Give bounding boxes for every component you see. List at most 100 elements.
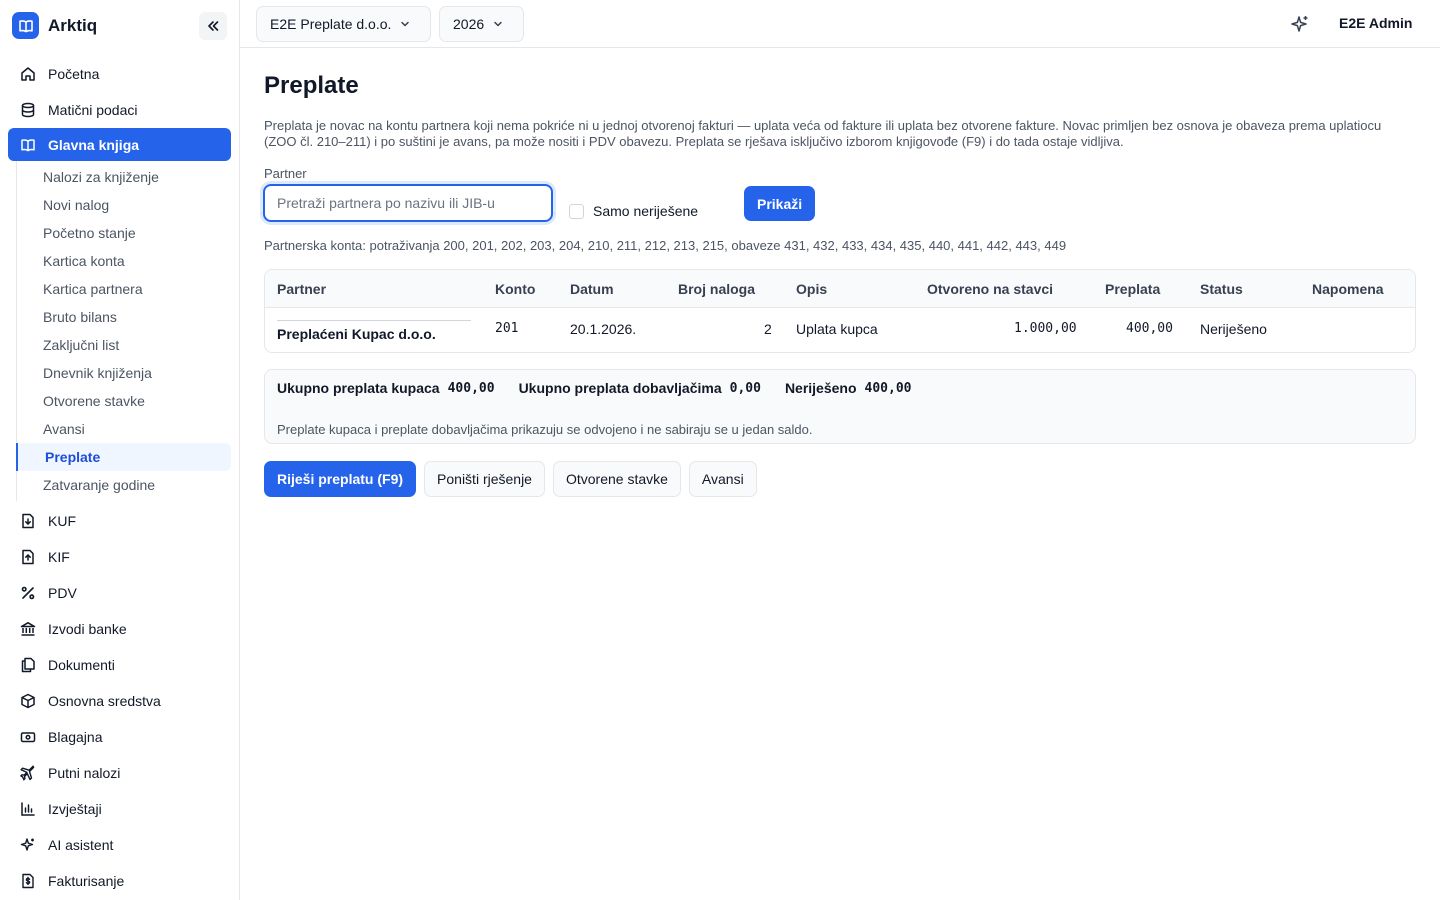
cell-partner: Preplaćeni Kupac d.o.o.: [277, 320, 471, 342]
year-select[interactable]: 2026: [439, 6, 524, 42]
totals-line: Ukupno preplata kupaca 400,00 Ukupno pre…: [277, 380, 936, 396]
database-icon: [21, 102, 35, 118]
book-open-icon: [12, 12, 39, 39]
sidebar-item-label: Glavna knjiga: [48, 136, 140, 153]
col-preplata[interactable]: Preplata: [1105, 281, 1160, 297]
box-icon: [21, 693, 35, 709]
file-upload-icon: [22, 549, 34, 565]
col-opis[interactable]: Opis: [796, 281, 827, 297]
sidebar-item-dokumenti[interactable]: Dokumenti: [8, 647, 231, 683]
sidebar-item-label: Izvještaji: [48, 801, 102, 817]
sidebar-item-ai-asistent[interactable]: AI asistent: [8, 827, 231, 863]
action-buttons: Riješi preplatu (F9) Poništi rješenje Ot…: [264, 461, 757, 497]
col-otvoreno[interactable]: Otvoreno na stavci: [927, 281, 1053, 297]
total-suppliers-label: Ukupno preplata dobavljačima: [518, 380, 722, 396]
sidebar-item-izvodi-banke[interactable]: Izvodi banke: [8, 611, 231, 647]
plane-icon: [20, 765, 35, 781]
col-status[interactable]: Status: [1200, 281, 1243, 297]
sparkles-icon: [20, 838, 34, 851]
sidebar-subitem-bruto-bilans[interactable]: Bruto bilans: [9, 303, 231, 331]
sidebar-item-kif[interactable]: KIF: [8, 539, 231, 575]
home-icon: [21, 67, 35, 81]
totals-note: Preplate kupaca i preplate dobavljačima …: [277, 422, 813, 437]
total-customers-label: Ukupno preplata kupaca: [277, 380, 440, 396]
open-items-button[interactable]: Otvorene stavke: [552, 461, 681, 497]
sidebar-item-label: AI asistent: [48, 837, 114, 853]
cancel-resolution-button[interactable]: Poništi rješenje: [424, 461, 545, 497]
sidebar-item-pocetna[interactable]: Početna: [8, 56, 231, 92]
only-unresolved-checkbox[interactable]: [569, 203, 584, 219]
sparkles-icon[interactable]: [1290, 14, 1310, 34]
sidebar-item-maticni-podaci[interactable]: Matični podaci: [8, 92, 231, 128]
only-unresolved-toggle[interactable]: Samo neriješene: [569, 203, 698, 219]
book-icon: [21, 138, 35, 151]
sidebar-item-putni-nalozi[interactable]: Putni nalozi: [8, 755, 231, 791]
sidebar-item-pdv[interactable]: PDV: [8, 575, 231, 611]
sidebar-subitem-zakljucni-list[interactable]: Zaključni list: [9, 331, 231, 359]
partner-accounts-info: Partnerska konta: potraživanja 200, 201,…: [264, 238, 1067, 253]
sidebar-item-kuf[interactable]: KUF: [8, 503, 231, 539]
invoice-icon: [22, 873, 34, 889]
cell-broj-naloga: 2: [764, 321, 772, 337]
sidebar-subitem-preplate[interactable]: Preplate: [16, 443, 231, 471]
sidebar-subitem-avansi[interactable]: Avansi: [9, 415, 231, 443]
sidebar-item-blagajna[interactable]: Blagajna: [8, 719, 231, 755]
company-select[interactable]: E2E Preplate d.o.o.: [256, 6, 431, 42]
only-unresolved-label: Samo neriješene: [593, 203, 699, 219]
cash-icon: [20, 732, 36, 743]
table-header: Partner Konto Datum Broj naloga Opis Otv…: [265, 270, 1415, 308]
sidebar: Arktiq Početna Matični podaci Glavna knj…: [0, 0, 240, 900]
sidebar-item-fakturisanje[interactable]: Fakturisanje: [8, 863, 231, 899]
cell-opis: Uplata kupca: [796, 321, 878, 337]
sidebar-subitem-kartica-konta[interactable]: Kartica konta: [9, 247, 231, 275]
cell-otvoreno: 1.000,00: [1014, 321, 1077, 336]
sidebar-item-osnovna-sredstva[interactable]: Osnovna sredstva: [8, 683, 231, 719]
sidebar-item-glavna-knjiga[interactable]: Glavna knjiga: [8, 128, 231, 161]
unresolved-value: 400,00: [864, 380, 912, 396]
sidebar-item-label: Dokumenti: [48, 657, 115, 673]
cell-datum: 20.1.2026.: [570, 321, 637, 337]
sidebar-subitem-otvorene-stavke[interactable]: Otvorene stavke: [9, 387, 231, 415]
sidebar-item-izvjestaji[interactable]: Izvještaji: [8, 791, 231, 827]
sidebar-item-label: Putni nalozi: [48, 765, 121, 781]
sidebar-subitem-kartica-partnera[interactable]: Kartica partnera: [9, 275, 231, 303]
bar-chart-icon: [21, 802, 35, 816]
col-broj-naloga[interactable]: Broj naloga: [678, 281, 755, 297]
documents-icon: [21, 657, 35, 673]
sidebar-item-label: Početna: [48, 66, 100, 82]
sidebar-subitem-dnevnik[interactable]: Dnevnik knjiženja: [9, 359, 231, 387]
page-description: Preplata je novac na kontu partnera koji…: [264, 118, 1382, 149]
cell-preplata: 400,00: [1126, 321, 1173, 336]
chevrons-left-icon: [208, 21, 219, 31]
col-partner[interactable]: Partner: [277, 281, 326, 297]
advances-button[interactable]: Avansi: [688, 461, 757, 497]
sidebar-subitem-zatvaranje-godine[interactable]: Zatvaranje godine: [9, 471, 231, 499]
sidebar-item-label: Matični podaci: [48, 102, 138, 118]
brand[interactable]: Arktiq: [12, 12, 97, 39]
resolve-overpayment-button[interactable]: Riješi preplatu (F9): [264, 461, 417, 497]
col-datum[interactable]: Datum: [570, 281, 614, 297]
topbar: E2E Preplate d.o.o. 2026 E2E Admin: [240, 0, 1440, 48]
unresolved-label: Neriješeno: [784, 380, 857, 396]
collapse-sidebar-button[interactable]: [199, 12, 227, 40]
overpayments-table: Partner Konto Datum Broj naloga Opis Otv…: [264, 269, 1416, 353]
year-select-value: 2026: [453, 16, 485, 32]
sidebar-subitem-novi-nalog[interactable]: Novi nalog: [9, 191, 231, 219]
total-customers-value: 400,00: [447, 380, 495, 396]
totals-summary: Ukupno preplata kupaca 400,00 Ukupno pre…: [264, 369, 1416, 444]
col-napomena[interactable]: Napomena: [1312, 281, 1384, 297]
bank-icon: [20, 622, 36, 636]
company-select-value: E2E Preplate d.o.o.: [270, 16, 392, 32]
sidebar-item-label: Izvodi banke: [48, 621, 127, 637]
sidebar-subitem-nalozi[interactable]: Nalozi za knjiženje: [9, 163, 231, 191]
cell-konto: 201: [495, 321, 519, 336]
col-konto[interactable]: Konto: [495, 281, 535, 297]
partner-search-input[interactable]: [263, 184, 553, 222]
user-menu[interactable]: E2E Admin: [1339, 15, 1412, 31]
table-row[interactable]: Preplaćeni Kupac d.o.o. 201 20.1.2026. 2…: [265, 308, 1415, 352]
glavna-knjiga-submenu: Nalozi za knjiženje Novi nalog Početno s…: [16, 161, 231, 501]
sidebar-item-label: PDV: [48, 585, 77, 601]
sidebar-item-label: Blagajna: [48, 729, 103, 745]
show-button[interactable]: Prikaži: [744, 186, 816, 221]
sidebar-subitem-pocetno-stanje[interactable]: Početno stanje: [9, 219, 231, 247]
